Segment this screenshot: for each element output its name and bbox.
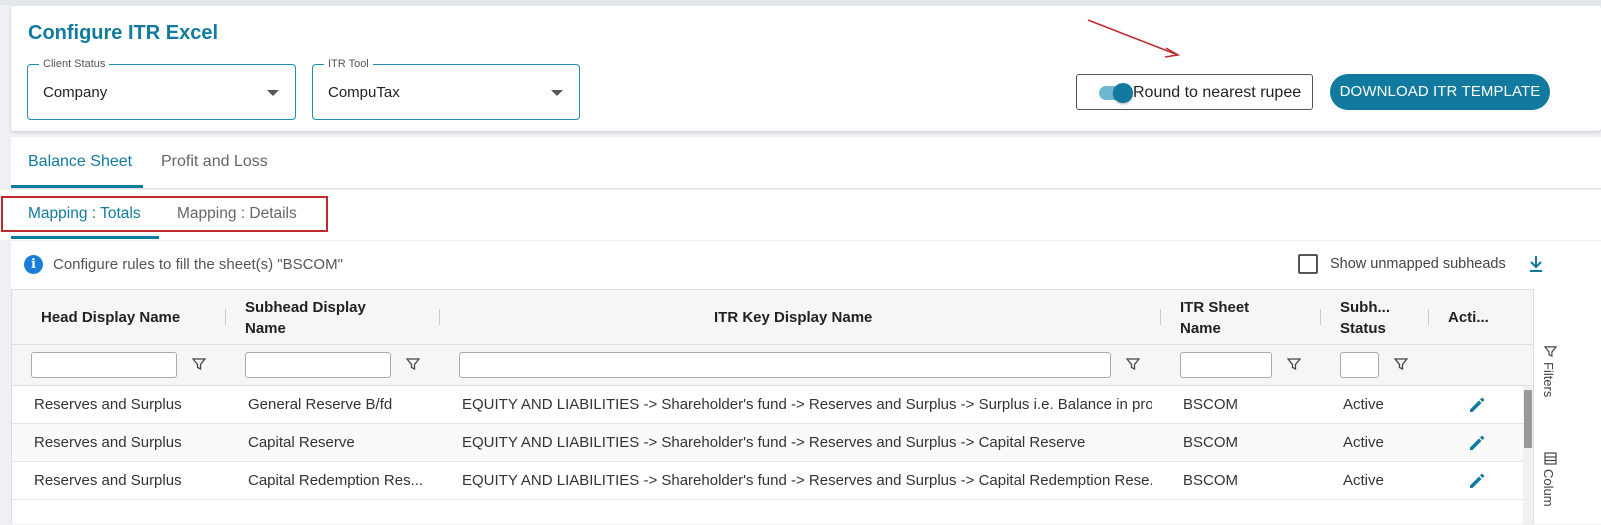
tab-profit-and-loss[interactable]: Profit and Loss (161, 153, 268, 171)
edit-icon[interactable] (1467, 395, 1487, 415)
columns-icon[interactable] (1544, 452, 1557, 465)
dropdown-arrow-icon (267, 90, 279, 96)
column-separator[interactable] (1428, 309, 1429, 325)
column-header-head[interactable]: Head Display Name (41, 290, 221, 345)
sheet-tabbar: Balance Sheet Profit and Loss (11, 137, 1601, 189)
show-unmapped-label: Show unmapped subheads (1330, 256, 1506, 272)
filter-icon[interactable] (192, 357, 206, 371)
filter-icon[interactable] (1544, 345, 1557, 358)
show-unmapped-checkbox[interactable] (1298, 254, 1318, 274)
active-subtab-indicator (11, 236, 159, 239)
itr-tool-value: CompuTax (328, 84, 400, 101)
filter-input-head[interactable] (31, 352, 177, 378)
column-separator[interactable] (1320, 309, 1321, 325)
cell-itr-key: EQUITY AND LIABILITIES -> Shareholder's … (462, 434, 1086, 451)
filter-input-subhead[interactable] (245, 352, 391, 378)
itr-tool-label: ITR Tool (324, 57, 373, 71)
columns-panel-button[interactable]: Colum (1541, 469, 1556, 507)
cell-head: Reserves and Surplus (34, 434, 182, 451)
cell-itr-sheet: BSCOM (1183, 396, 1239, 413)
cell-head: Reserves and Surplus (34, 472, 182, 489)
client-status-select[interactable]: Client Status Company (27, 57, 296, 120)
filter-icon[interactable] (406, 357, 420, 371)
cell-head: Reserves and Surplus (34, 396, 182, 413)
toggle-knob[interactable] (1113, 83, 1133, 103)
filter-icon[interactable] (1126, 357, 1140, 371)
top-strip (0, 0, 1601, 5)
grid-side-panel: Filters Colum (1533, 289, 1566, 524)
column-separator[interactable] (1160, 309, 1161, 325)
column-header-subhead[interactable]: Subhead Display Name (245, 290, 405, 345)
annotation-arrow-icon (1087, 19, 1181, 58)
column-separator[interactable] (439, 309, 440, 325)
config-card: Configure ITR Excel Client Status Compan… (11, 6, 1601, 131)
filter-input-itr-key[interactable] (459, 352, 1111, 378)
cell-subhead: General Reserve B/fd (248, 396, 393, 413)
mapping-grid: Head Display Name Subhead Display Name I… (11, 289, 1534, 525)
cell-itr-sheet: BSCOM (1183, 472, 1239, 489)
filters-panel-button[interactable]: Filters (1541, 362, 1556, 397)
client-status-label: Client Status (39, 57, 110, 71)
grid-header-row: Head Display Name Subhead Display Name I… (12, 290, 1534, 345)
tab-balance-sheet[interactable]: Balance Sheet (28, 153, 132, 171)
cell-status: Active (1343, 472, 1384, 489)
round-to-rupee-toggle[interactable]: Round to nearest rupee (1076, 74, 1313, 110)
dropdown-arrow-icon (551, 90, 563, 96)
cell-itr-key: EQUITY AND LIABILITIES -> Shareholder's … (462, 472, 1152, 489)
client-status-value: Company (43, 84, 108, 101)
column-header-itr-sheet[interactable]: ITR Sheet Name (1180, 290, 1290, 345)
right-margin (1566, 289, 1601, 524)
filter-icon[interactable] (1287, 357, 1301, 371)
grid-filter-row (12, 345, 1534, 386)
filter-icon[interactable] (1394, 357, 1408, 371)
column-header-itr-key[interactable]: ITR Key Display Name (714, 290, 1014, 345)
mapping-subtabbar: Mapping : Totals Mapping : Details (0, 190, 1601, 240)
column-header-actions[interactable]: Acti... (1448, 290, 1508, 345)
round-toggle-label: Round to nearest rupee (1133, 84, 1302, 101)
download-itr-template-button[interactable]: DOWNLOAD ITR TEMPLATE (1330, 74, 1550, 110)
mapping-grid-card: i Configure rules to fill the sheet(s) "… (11, 241, 1601, 525)
annotation-highlight-box (1, 196, 328, 232)
cell-subhead: Capital Reserve (248, 434, 355, 451)
table-row[interactable]: Reserves and Surplus General Reserve B/f… (12, 386, 1534, 424)
column-header-subhead-status[interactable]: Subh... Status (1340, 290, 1420, 345)
cell-itr-key: EQUITY AND LIABILITIES -> Shareholder's … (462, 396, 1152, 413)
edit-icon[interactable] (1467, 471, 1487, 491)
active-tab-indicator (11, 185, 143, 188)
info-icon: i (24, 255, 43, 274)
filter-input-status[interactable] (1340, 352, 1379, 378)
download-icon[interactable] (1528, 255, 1544, 273)
itr-tool-select[interactable]: ITR Tool CompuTax (312, 57, 580, 120)
cell-subhead: Capital Redemption Res... (248, 472, 424, 489)
page-title: Configure ITR Excel (28, 22, 219, 44)
cell-status: Active (1343, 396, 1384, 413)
cell-status: Active (1343, 434, 1384, 451)
table-row[interactable]: Reserves and Surplus Capital Reserve EQU… (12, 424, 1534, 462)
cell-itr-sheet: BSCOM (1183, 434, 1239, 451)
filter-input-itr-sheet[interactable] (1180, 352, 1272, 378)
column-separator[interactable] (225, 309, 226, 325)
edit-icon[interactable] (1467, 433, 1487, 453)
grid-scrollbar-thumb[interactable] (1524, 390, 1532, 448)
table-row[interactable]: Reserves and Surplus Capital Redemption … (12, 462, 1534, 500)
info-text: Configure rules to fill the sheet(s) "BS… (53, 256, 343, 273)
